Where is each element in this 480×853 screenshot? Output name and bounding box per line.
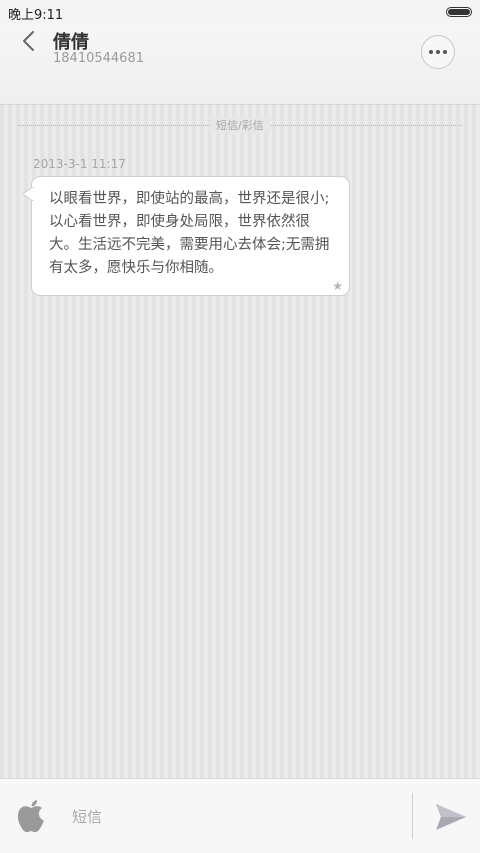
more-button[interactable] — [421, 35, 455, 69]
bubble-tail — [23, 187, 37, 201]
more-icon — [429, 50, 433, 54]
message-input[interactable] — [64, 801, 394, 833]
send-icon — [436, 804, 466, 830]
message-bubble[interactable]: 以眼看世界，即使站的最高，世界还是很小;以心看世界，即使身处局限，世界依然很大。… — [23, 176, 350, 296]
message-text: 以眼看世界，即使站的最高，世界还是很小;以心看世界，即使身处局限，世界依然很大。… — [49, 191, 330, 276]
apple-icon[interactable] — [15, 799, 47, 835]
battery-icon — [446, 7, 472, 17]
compose-bar — [0, 778, 480, 853]
status-bar: 晚上9:11 — [0, 0, 480, 24]
compose-separator — [412, 793, 413, 839]
star-icon: ★ — [332, 279, 343, 293]
chevron-left-icon — [23, 31, 34, 51]
conversation-header: 倩倩 18410544681 — [0, 24, 480, 105]
message-type-label: 短信/彩信 — [210, 117, 270, 133]
send-button[interactable] — [432, 799, 470, 835]
status-time: 晚上9:11 — [8, 8, 64, 23]
battery-level-fill — [448, 9, 470, 15]
message-list[interactable]: 短信/彩信 2013-3-1 11:17 以眼看世界，即使站的最高，世界还是很小… — [0, 105, 480, 778]
contact-number: 18410544681 — [53, 51, 144, 66]
message-timestamp: 2013-3-1 11:17 — [33, 157, 126, 171]
back-button[interactable] — [14, 26, 44, 56]
